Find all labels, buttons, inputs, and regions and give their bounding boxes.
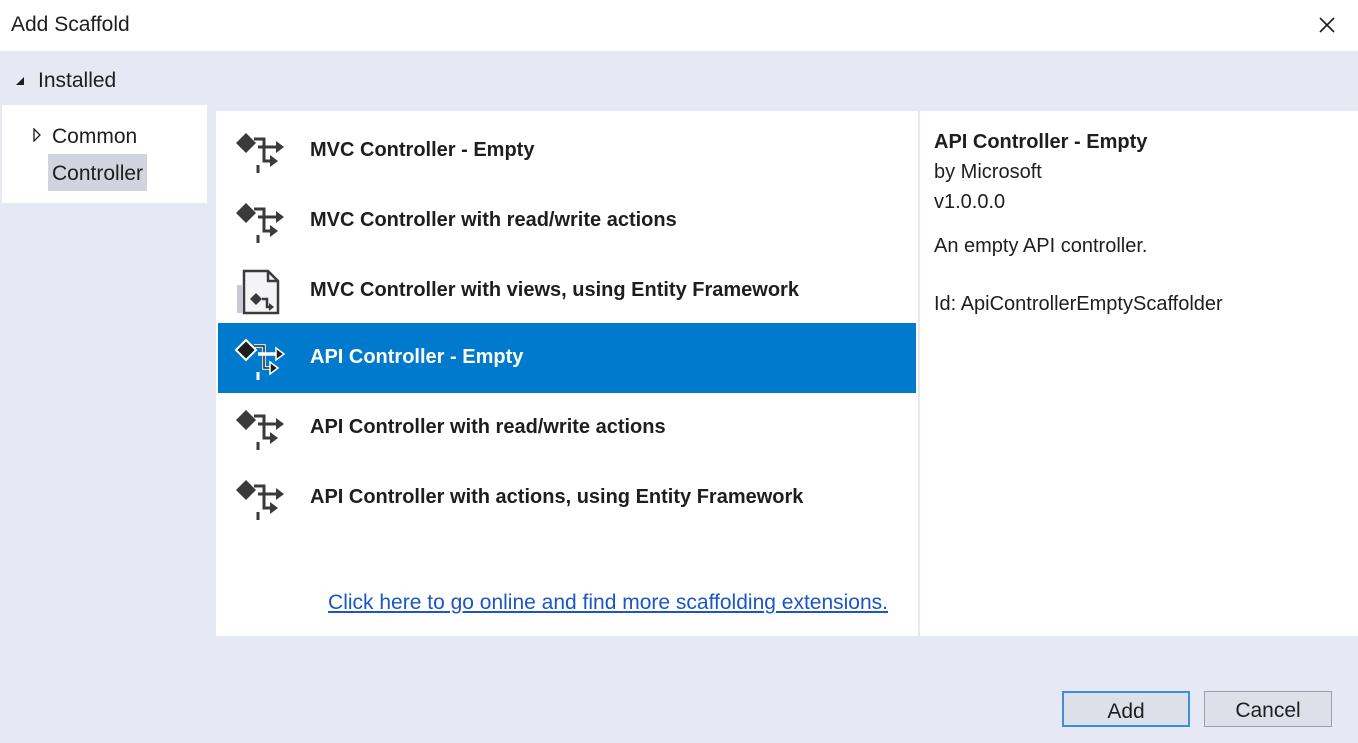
details-id: Id: ApiControllerEmptyScaffolder: [934, 293, 1223, 315]
details-description: An empty API controller.: [934, 235, 1148, 257]
list-item-label: API Controller - Empty: [310, 346, 524, 368]
controller-icon: [234, 197, 286, 247]
tree-item-label: Controller: [52, 162, 144, 185]
list-item-label: MVC Controller with views, using Entity …: [310, 279, 799, 301]
controller-icon: [234, 474, 286, 524]
list-item-mvc-controller-empty[interactable]: MVC Controller - Empty: [218, 116, 916, 186]
controller-icon: [234, 127, 286, 177]
close-button[interactable]: [1308, 8, 1346, 44]
details-version: v1.0.0.0: [934, 191, 1006, 213]
installed-label: Installed: [38, 69, 117, 92]
list-item-label: API Controller with read/write actions: [310, 416, 666, 438]
title-bar: Add Scaffold: [0, 0, 1358, 51]
online-extensions-link[interactable]: Click here to go online and find more sc…: [328, 591, 888, 615]
add-button[interactable]: Add: [1062, 691, 1190, 727]
list-item-label: API Controller with actions, using Entit…: [310, 486, 804, 508]
list-item-label: MVC Controller with read/write actions: [310, 209, 677, 231]
list-item-api-controller-read-write[interactable]: API Controller with read/write actions: [218, 393, 916, 463]
scaffolder-list: MVC Controller - Empty MVC Controller wi…: [216, 111, 918, 636]
controller-views-icon: [234, 267, 286, 317]
list-item-mvc-controller-views-ef[interactable]: MVC Controller with views, using Entity …: [218, 256, 916, 326]
tree-item-controller[interactable]: Controller: [48, 154, 147, 191]
expand-triangle-icon: [33, 128, 41, 142]
list-item-mvc-controller-read-write[interactable]: MVC Controller with read/write actions: [218, 186, 916, 256]
controller-icon: [234, 404, 286, 454]
controller-icon: [234, 334, 286, 384]
list-item-api-controller-empty[interactable]: API Controller - Empty: [218, 323, 916, 393]
details-title: API Controller - Empty: [934, 131, 1148, 153]
list-item-label: MVC Controller - Empty: [310, 139, 535, 161]
details-author: by Microsoft: [934, 161, 1042, 183]
category-tree: Common Controller: [2, 105, 207, 203]
installed-section-header[interactable]: Installed: [0, 51, 1358, 105]
tree-item-label: Common: [52, 125, 138, 148]
close-icon: [1319, 17, 1335, 33]
dialog-footer: Add Cancel: [0, 636, 1358, 743]
collapse-triangle-icon: [16, 77, 24, 85]
cancel-button[interactable]: Cancel: [1204, 691, 1332, 727]
details-panel: API Controller - Empty by Microsoft v1.0…: [920, 111, 1358, 636]
dialog-title: Add Scaffold: [11, 13, 130, 36]
list-item-api-controller-actions-ef[interactable]: API Controller with actions, using Entit…: [218, 463, 916, 533]
